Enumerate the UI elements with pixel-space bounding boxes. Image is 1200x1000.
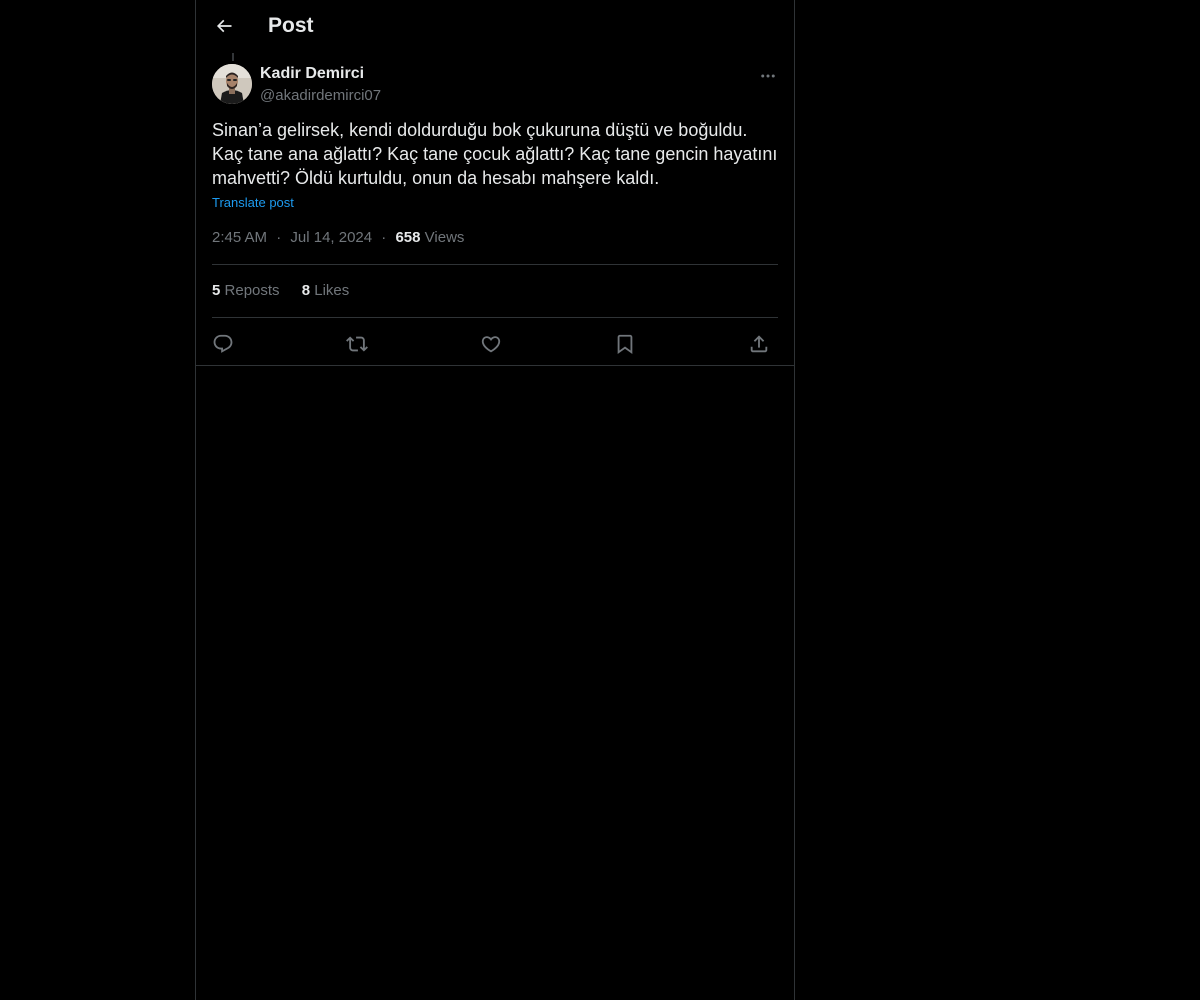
likes-stat[interactable]: 8 Likes — [302, 282, 350, 299]
post-bottom-border — [196, 365, 794, 366]
likes-label: Likes — [314, 282, 350, 299]
reply-icon — [213, 334, 233, 353]
share-icon — [750, 335, 768, 353]
bookmark-icon — [617, 334, 633, 355]
views-label: Views — [424, 229, 465, 246]
share-button[interactable] — [744, 329, 774, 359]
reposts-count: 5 — [212, 282, 221, 299]
more-options-button[interactable] — [756, 64, 780, 88]
post-actions — [212, 327, 778, 357]
views-count: 658 — [395, 229, 421, 246]
post-date[interactable]: Jul 14, 2024 — [290, 229, 372, 246]
post-meta: 2:45 AM · Jul 14, 2024 · 658 Views — [212, 229, 464, 246]
author-name[interactable]: Kadir Demirci — [260, 65, 364, 83]
reposts-label: Reposts — [224, 282, 280, 299]
repost-icon — [346, 336, 368, 352]
post-detail-column: Post Kadir Demirci @akadirdemirci07 Sina… — [195, 0, 795, 1000]
translate-post-link[interactable]: Translate post — [212, 195, 294, 210]
page-title: Post — [268, 14, 314, 37]
post-header: Post — [196, 0, 794, 53]
arrow-left-icon — [216, 19, 232, 33]
like-icon — [481, 336, 501, 353]
divider — [212, 264, 778, 265]
post-stats: 5 Reposts 8 Likes — [212, 282, 367, 299]
bookmark-button[interactable] — [610, 329, 640, 359]
reply-button[interactable] — [208, 329, 238, 359]
post-text: Sinan’a gelirsek, kendi doldurduğu bok ç… — [212, 120, 778, 188]
repost-button[interactable] — [342, 329, 372, 359]
author-handle[interactable]: @akadirdemirci07 — [260, 87, 381, 104]
divider — [212, 317, 778, 318]
reposts-stat[interactable]: 5 Reposts — [212, 282, 280, 299]
thread-connector-line — [232, 53, 234, 61]
avatar-photo — [212, 64, 252, 104]
like-button[interactable] — [476, 329, 506, 359]
meta-separator: · — [381, 229, 387, 246]
more-dots-icon — [761, 74, 775, 78]
meta-separator: · — [276, 229, 282, 246]
back-button[interactable] — [207, 9, 241, 43]
avatar[interactable] — [212, 64, 252, 104]
likes-count: 8 — [301, 282, 311, 299]
post-time[interactable]: 2:45 AM — [212, 229, 267, 246]
